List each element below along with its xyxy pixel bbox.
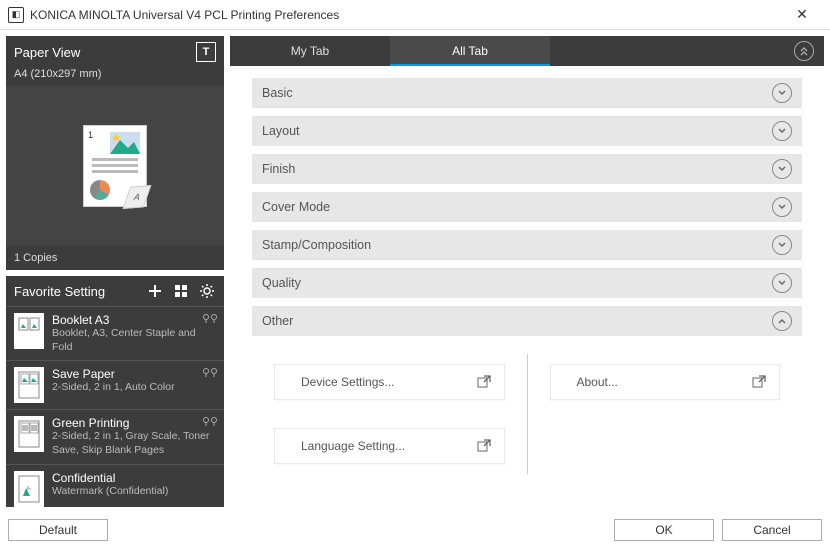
section-basic[interactable]: Basic: [252, 78, 802, 108]
favorite-name: Green Printing: [52, 416, 216, 430]
apply-icon: [202, 416, 218, 428]
section-label: Quality: [262, 276, 772, 290]
section-label: Other: [262, 314, 772, 328]
favorite-item[interactable]: Green Printing 2-Sided, 2 in 1, Gray Sca…: [6, 409, 224, 463]
language-setting-link[interactable]: Language Setting...: [274, 428, 505, 464]
copies-label: 1 Copies: [6, 246, 224, 270]
default-button[interactable]: Default: [8, 519, 108, 541]
double-chevron-up-icon: [794, 41, 814, 61]
section-stamp-composition[interactable]: Stamp/Composition: [252, 230, 802, 260]
favorite-desc: Booklet, A3, Center Staple and Fold: [52, 327, 216, 354]
favorite-text: Confidential Watermark (Confidential): [52, 471, 216, 507]
section-label: Finish: [262, 162, 772, 176]
section-cover-mode[interactable]: Cover Mode: [252, 192, 802, 222]
tab-spacer: [550, 36, 784, 66]
section-label: Basic: [262, 86, 772, 100]
app-icon: ◧: [8, 7, 24, 23]
favorite-thumb-icon: [14, 416, 44, 452]
section-label: Layout: [262, 124, 772, 138]
favorite-settings-button[interactable]: [198, 282, 216, 300]
favorite-desc: 2-Sided, 2 in 1, Auto Color: [52, 381, 216, 395]
chevron-down-icon: [772, 235, 792, 255]
external-link-icon: [476, 438, 492, 454]
paper-view-panel: Paper View T A4 (210x297 mm) 1 A 1 Copie…: [6, 36, 224, 270]
tab-my-tab[interactable]: My Tab: [230, 36, 390, 66]
favorite-setting-panel: Favorite Setting Booklet A3 Booklet, A3,…: [6, 276, 224, 507]
favorite-item[interactable]: Save Paper 2-Sided, 2 in 1, Auto Color: [6, 360, 224, 409]
grid-icon: [174, 284, 188, 298]
favorite-thumb-icon: [14, 313, 44, 349]
favorite-grid-button[interactable]: [172, 282, 190, 300]
page-number-icon: 1: [88, 130, 100, 140]
tab-all-tab[interactable]: All Tab: [390, 36, 550, 66]
chevron-up-icon: [772, 311, 792, 331]
favorite-name: Booklet A3: [52, 313, 216, 327]
favorite-thumb-icon: A: [14, 471, 44, 507]
tab-bar: My Tab All Tab: [230, 36, 824, 66]
favorite-item[interactable]: A Confidential Watermark (Confidential): [6, 464, 224, 507]
favorite-name: Confidential: [52, 471, 216, 485]
apply-icon: [202, 367, 218, 379]
chevron-down-icon: [772, 197, 792, 217]
paper-view-header: Paper View T: [6, 36, 224, 68]
window-titlebar: ◧ KONICA MINOLTA Universal V4 PCL Printi…: [0, 0, 830, 30]
favorite-text: Save Paper 2-Sided, 2 in 1, Auto Color: [52, 367, 216, 403]
gear-icon: [199, 283, 215, 299]
favorite-header: Favorite Setting: [6, 276, 224, 306]
section-other-body: Device Settings... Language Setting... A…: [252, 344, 802, 474]
external-link-icon: [476, 374, 492, 390]
about-label: About...: [563, 375, 752, 389]
text-lines-icon: [92, 158, 138, 176]
right-pane: My Tab All Tab Basic Layout Finish: [230, 36, 824, 507]
page-fold-icon: A: [123, 185, 152, 209]
favorite-text: Green Printing 2-Sided, 2 in 1, Gray Sca…: [52, 416, 216, 457]
main-area: Paper View T A4 (210x297 mm) 1 A 1 Copie…: [0, 30, 830, 513]
page-thumbnail: 1 A: [84, 126, 146, 206]
collapse-all-button[interactable]: [784, 36, 824, 66]
favorite-text: Booklet A3 Booklet, A3, Center Staple an…: [52, 313, 216, 354]
ok-button[interactable]: OK: [614, 519, 714, 541]
paper-preview: 1 A: [6, 86, 224, 246]
chevron-down-icon: [772, 121, 792, 141]
plus-icon: [148, 284, 162, 298]
window-title: KONICA MINOLTA Universal V4 PCL Printing…: [30, 8, 782, 22]
favorite-thumb-icon: [14, 367, 44, 403]
section-label: Cover Mode: [262, 200, 772, 214]
pie-chart-icon: [90, 180, 110, 200]
paper-view-title: Paper View: [14, 45, 196, 60]
bottom-bar: Default OK Cancel: [0, 513, 830, 547]
cancel-button[interactable]: Cancel: [722, 519, 822, 541]
language-setting-label: Language Setting...: [287, 439, 476, 453]
paper-size-label: A4 (210x297 mm): [6, 68, 224, 86]
chevron-down-icon: [772, 159, 792, 179]
chevron-down-icon: [772, 83, 792, 103]
favorite-title: Favorite Setting: [14, 284, 138, 299]
section-other[interactable]: Other: [252, 306, 802, 336]
other-left-column: Device Settings... Language Setting...: [252, 354, 528, 474]
sections-container: Basic Layout Finish Cover Mode Stamp/Com…: [230, 66, 824, 507]
about-link[interactable]: About...: [550, 364, 781, 400]
chevron-down-icon: [772, 273, 792, 293]
favorite-desc: Watermark (Confidential): [52, 485, 216, 499]
section-label: Stamp/Composition: [262, 238, 772, 252]
section-finish[interactable]: Finish: [252, 154, 802, 184]
other-right-column: About...: [528, 354, 803, 474]
favorite-desc: 2-Sided, 2 in 1, Gray Scale, Toner Save,…: [52, 430, 216, 457]
favorite-item[interactable]: Booklet A3 Booklet, A3, Center Staple an…: [6, 306, 224, 360]
apply-icon: [202, 313, 218, 325]
paper-view-toggle[interactable]: T: [196, 42, 216, 62]
device-settings-label: Device Settings...: [287, 375, 476, 389]
section-layout[interactable]: Layout: [252, 116, 802, 146]
sample-image-icon: [110, 132, 140, 154]
favorite-name: Save Paper: [52, 367, 216, 381]
device-settings-link[interactable]: Device Settings...: [274, 364, 505, 400]
section-quality[interactable]: Quality: [252, 268, 802, 298]
external-link-icon: [751, 374, 767, 390]
left-column: Paper View T A4 (210x297 mm) 1 A 1 Copie…: [6, 36, 224, 507]
favorite-list: Booklet A3 Booklet, A3, Center Staple an…: [6, 306, 224, 507]
close-button[interactable]: ✕: [782, 6, 822, 23]
favorite-add-button[interactable]: [146, 282, 164, 300]
